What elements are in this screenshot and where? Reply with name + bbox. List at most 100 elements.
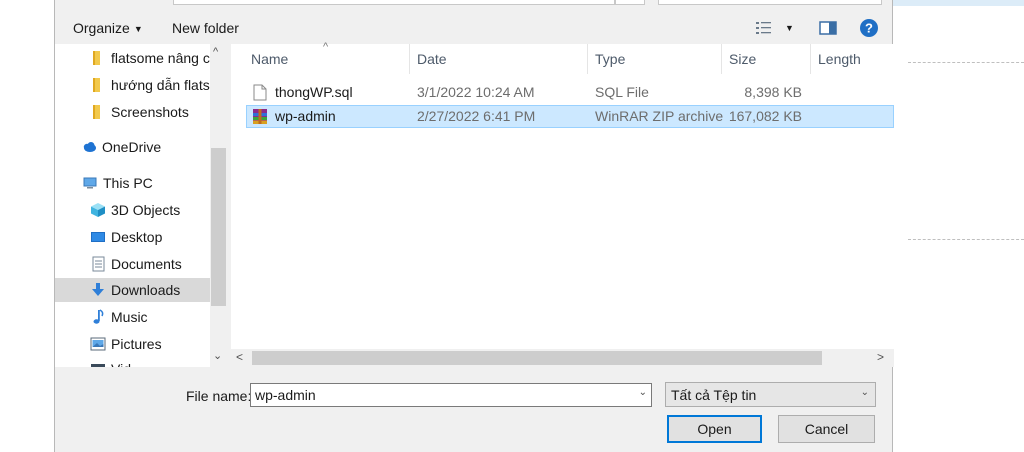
nav-item-pictures[interactable]: Pictures [55,332,210,356]
preview-pane-button[interactable] [819,18,839,38]
file-date: 2/27/2022 6:41 PM [417,108,536,124]
nav-item-flatsome[interactable]: flatsome nâng ca [55,46,210,70]
nav-item-onedrive[interactable]: OneDrive [55,135,210,159]
nav-item-label: flatsome nâng ca [111,50,210,66]
chevron-up-icon[interactable]: ^ [213,46,218,58]
nav-item-screenshots[interactable]: Screenshots [55,100,210,124]
organize-button[interactable]: Organize ▼ [73,18,143,38]
nav-item-desktop[interactable]: Desktop [55,225,210,249]
address-bar-area [55,0,894,6]
column-separator[interactable] [810,44,811,74]
background-dashed-line [908,62,1024,63]
chevron-left-icon[interactable]: < [236,350,243,364]
nav-item-videos[interactable]: Vid [55,357,210,367]
nav-item-label: This PC [103,175,153,191]
chevron-down-icon[interactable]: ⌄ [639,387,647,398]
column-header-type[interactable]: Type [595,44,625,74]
svg-text:?: ? [865,21,873,36]
file-name-value: wp-admin [255,387,316,403]
nav-item-label: hướng dẫn flatso [111,77,210,93]
folder-icon [93,105,100,119]
cube-icon [91,203,105,217]
organize-label: Organize [73,20,130,36]
nav-item-music[interactable]: Music [55,305,210,329]
column-header-length[interactable]: Length [818,44,861,74]
nav-item-label: Pictures [111,336,162,352]
scrollbar-thumb[interactable] [211,148,226,306]
column-separator[interactable] [721,44,722,74]
help-icon: ? [860,19,878,37]
file-type: WinRAR ZIP archive [595,108,724,124]
computer-icon [83,177,97,189]
nav-item-label: Downloads [111,282,181,298]
nav-item-label: OneDrive [102,139,162,155]
address-bar[interactable] [173,0,615,5]
file-type-select[interactable]: Tất cả Tệp tin ⌄ [665,382,876,407]
chevron-down-icon[interactable]: ⌄ [213,349,222,362]
column-separator[interactable] [587,44,588,74]
navigation-pane[interactable]: flatsome nâng ca hướng dẫn flatso Screen… [55,44,210,367]
file-list[interactable]: ^ Name Date Type Size Length thongWP.sql… [231,41,894,349]
background-page-right [893,0,1024,452]
nav-item-downloads[interactable]: Downloads [55,278,210,302]
help-button[interactable]: ? [859,18,879,38]
search-box[interactable] [658,0,882,5]
chevron-right-icon[interactable]: > [877,350,884,364]
file-name-label: File name: [186,388,252,404]
nav-item-huong-dan[interactable]: hướng dẫn flatso [55,73,210,97]
file-name-input[interactable]: wp-admin ⌄ [250,383,652,407]
nav-item-label: Vid [111,357,131,367]
navigation-scrollbar[interactable]: ^ ⌄ [210,44,227,367]
chevron-down-icon: ⌄ [860,387,869,398]
nav-item-documents[interactable]: Documents [55,252,210,276]
column-header-date[interactable]: Date [417,44,447,74]
column-header-name[interactable]: Name [251,44,288,74]
refresh-button[interactable] [615,0,645,5]
download-icon [92,283,104,296]
sort-ascending-icon: ^ [323,41,329,53]
cancel-button[interactable]: Cancel [778,415,875,443]
open-button[interactable]: Open [667,415,762,443]
caret-down-icon: ▼ [133,24,143,34]
toolbar: Organize ▼ New folder ▼ ? [55,14,892,42]
background-strip [893,0,1024,6]
column-header-size[interactable]: Size [729,44,756,74]
background-page-left [0,0,54,452]
music-icon [93,309,104,324]
file-name: wp-admin [275,108,336,124]
file-row[interactable]: thongWP.sql 3/1/2022 10:24 AM SQL File 8… [246,81,894,104]
picture-icon [90,337,106,351]
open-file-dialog: Organize ▼ New folder ▼ ? flatsome nâng … [54,0,894,452]
nav-item-label: 3D Objects [111,202,181,218]
video-icon [91,364,105,367]
view-list-icon [756,22,771,34]
scrollbar-thumb[interactable] [252,351,822,365]
file-date: 3/1/2022 10:24 AM [417,84,535,100]
change-view-button[interactable]: ▼ [755,18,797,38]
file-icon [253,84,267,101]
folder-icon [93,78,100,92]
background-dashed-line [908,239,1024,240]
nav-item-label: Desktop [111,229,163,245]
nav-item-this-pc[interactable]: This PC [55,171,210,195]
file-name: thongWP.sql [275,84,353,100]
new-folder-button[interactable]: New folder [172,18,239,38]
nav-item-3d-objects[interactable]: 3D Objects [55,198,210,222]
folder-icon [93,51,100,65]
column-separator[interactable] [409,44,410,74]
winrar-archive-icon [253,109,267,124]
preview-pane-icon [819,21,837,35]
cloud-icon [83,142,96,152]
document-icon [92,256,105,272]
file-row-selected[interactable]: wp-admin 2/27/2022 6:41 PM WinRAR ZIP ar… [246,105,894,128]
file-size: 8,398 KB [744,84,802,100]
nav-item-label: Documents [111,256,182,272]
caret-down-icon: ▼ [785,23,794,33]
column-headers: ^ Name Date Type Size Length [231,41,894,74]
file-type: SQL File [595,84,649,100]
file-size: 167,082 KB [728,108,802,124]
nav-item-label: Screenshots [111,104,189,120]
nav-item-label: Music [111,309,148,325]
horizontal-scrollbar[interactable]: < > [231,349,894,367]
desktop-icon [91,232,105,242]
